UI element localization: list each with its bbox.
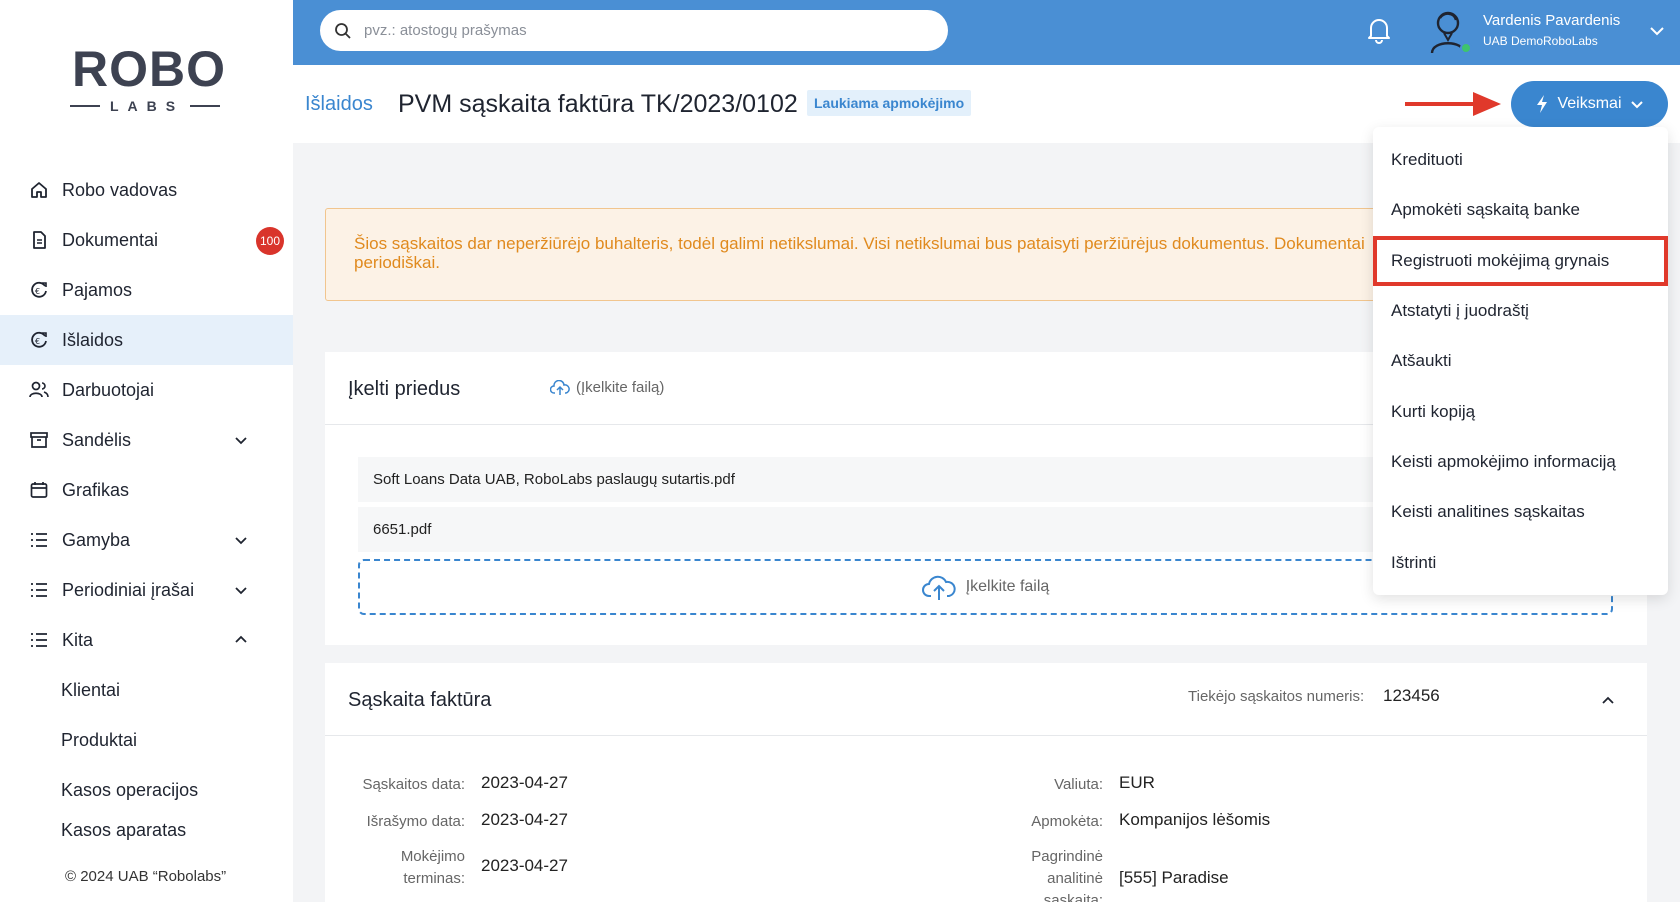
list-icon	[28, 579, 50, 601]
documents-count-badge: 100	[256, 227, 284, 255]
logo-sub: LABS	[109, 98, 185, 114]
lightning-icon	[1535, 94, 1549, 114]
warehouse-icon	[28, 429, 50, 451]
menu-item-registruoti-mokejima-grynais[interactable]: Registruoti mokėjimą grynais	[1373, 235, 1668, 286]
sidebar: ROBO LABS Robo vadovas Dokumentai 100 € …	[0, 0, 293, 902]
sidebar-item-darbuotojai[interactable]: Darbuotojai	[0, 365, 293, 415]
sidebar-subitem-klientai[interactable]: Klientai	[0, 665, 293, 715]
page-title: PVM sąskaita faktūra TK/2023/0102	[398, 90, 798, 118]
chevron-down-icon	[1630, 97, 1644, 111]
sidebar-subitem-kasos-aparatas[interactable]: Kasos aparatas	[0, 815, 293, 841]
analytic-account-label: Pagrindinė analitinė sąskaita:	[1031, 848, 1103, 902]
sidebar-item-kita[interactable]: Kita	[0, 615, 293, 665]
currency-value: EUR	[1119, 773, 1155, 792]
invoice-title: Sąskaita faktūra	[348, 689, 492, 711]
issue-date-value: 2023-04-27	[481, 810, 568, 829]
actions-dropdown-menu: Kredituoti Apmokėti sąskaitą banke Regis…	[1373, 127, 1668, 595]
menu-item-atstatyti-i-juodrasti[interactable]: Atstatyti į juodraštį	[1373, 286, 1668, 336]
logo-word: ROBO	[72, 41, 226, 97]
sidebar-nav: Robo vadovas Dokumentai 100 € Pajamos € …	[0, 165, 293, 841]
status-badge: Laukiama apmokėjimo	[807, 90, 972, 116]
analytic-account-value: [555] Paradise	[1119, 868, 1229, 887]
chevron-down-icon	[233, 532, 249, 548]
sidebar-item-dokumentai[interactable]: Dokumentai 100	[0, 215, 293, 265]
user-company[interactable]: UAB DemoRoboLabs	[1483, 34, 1598, 48]
paid-by-value: Kompanijos lėšomis	[1119, 810, 1271, 829]
menu-item-kurti-kopija[interactable]: Kurti kopiją	[1373, 386, 1668, 436]
sidebar-item-gamyba[interactable]: Gamyba	[0, 515, 293, 565]
menu-item-apmoketi-banke[interactable]: Apmokėti sąskaitą banke	[1373, 185, 1668, 235]
arrow-right-icon	[1403, 89, 1503, 119]
robolabs-logo[interactable]: ROBO LABS	[70, 44, 225, 116]
cloud-upload-icon	[550, 379, 570, 396]
menu-item-keisti-analitines-saskaitas[interactable]: Keisti analitines sąskaitas	[1373, 487, 1668, 537]
document-icon	[28, 229, 50, 251]
topbar: Vardenis Pavardenis UAB DemoRoboLabs	[293, 0, 1680, 65]
chevron-up-icon	[233, 632, 249, 648]
menu-item-kredituoti[interactable]: Kredituoti	[1373, 135, 1668, 185]
menu-item-atsaukti[interactable]: Atšaukti	[1373, 336, 1668, 386]
search-icon	[334, 22, 352, 40]
chevron-down-icon[interactable]	[1648, 22, 1666, 40]
menu-item-keisti-apmokejimo-informacija[interactable]: Keisti apmokėjimo informaciją	[1373, 437, 1668, 487]
upload-file-link[interactable]: (Įkelkite failą)	[550, 379, 664, 396]
sidebar-item-pajamos[interactable]: € Pajamos	[0, 265, 293, 315]
invoice-date-label: Sąskaitos data:	[362, 776, 465, 793]
chevron-up-icon[interactable]	[1600, 693, 1616, 709]
supplier-number-label: Tiekėjo sąskaitos numeris:	[1188, 688, 1365, 705]
paid-by-label: Apmokėta:	[1031, 813, 1103, 830]
bell-icon[interactable]	[1366, 16, 1392, 44]
attachments-title: Įkelti priedus	[348, 378, 461, 400]
supplier-number-value: 123456	[1383, 686, 1440, 705]
chevron-down-icon	[233, 582, 249, 598]
users-icon	[28, 379, 50, 401]
user-name[interactable]: Vardenis Pavardenis	[1483, 12, 1620, 29]
svg-text:€: €	[35, 287, 40, 296]
sidebar-item-robo-vadovas[interactable]: Robo vadovas	[0, 165, 293, 215]
sidebar-item-islaidos[interactable]: € Išlaidos	[0, 315, 293, 365]
home-icon	[28, 179, 50, 201]
sidebar-subitem-produktai[interactable]: Produktai	[0, 715, 293, 765]
sidebar-item-grafikas[interactable]: Grafikas	[0, 465, 293, 515]
chevron-down-icon	[233, 432, 249, 448]
income-icon: €	[28, 279, 50, 301]
copyright: © 2024 UAB “Robolabs”	[65, 868, 227, 885]
sidebar-subitem-kasos-operacijos[interactable]: Kasos operacijos	[0, 765, 293, 815]
menu-item-istrinti[interactable]: Ištrinti	[1373, 537, 1668, 587]
avatar[interactable]	[1428, 8, 1472, 56]
expense-icon: €	[28, 329, 50, 351]
payment-term-label: Mokėjimo terminas:	[400, 848, 465, 887]
review-warning: Šios sąskaitos dar neperžiūrėjo buhalter…	[325, 208, 1405, 301]
svg-text:€: €	[35, 337, 40, 346]
list-icon	[28, 529, 50, 551]
sidebar-item-sandelis[interactable]: Sandėlis	[0, 415, 293, 465]
invoice-date-value: 2023-04-27	[481, 773, 568, 792]
search-box[interactable]	[320, 10, 948, 51]
cloud-upload-icon	[921, 573, 956, 601]
list-icon	[28, 629, 50, 651]
currency-label: Valiuta:	[1054, 776, 1103, 793]
calendar-icon	[28, 479, 50, 501]
issue-date-label: Išrašymo data:	[366, 813, 465, 830]
payment-term-value: 2023-04-27	[481, 856, 568, 875]
invoice-card: Sąskaita faktūra Tiekėjo sąskaitos numer…	[325, 663, 1647, 902]
search-input[interactable]	[364, 22, 924, 39]
online-status-dot	[1460, 42, 1472, 54]
sidebar-item-periodiniai-irasai[interactable]: Periodiniai įrašai	[0, 565, 293, 615]
actions-button[interactable]: Veiksmai	[1511, 81, 1668, 127]
breadcrumb[interactable]: Išlaidos	[305, 93, 373, 116]
